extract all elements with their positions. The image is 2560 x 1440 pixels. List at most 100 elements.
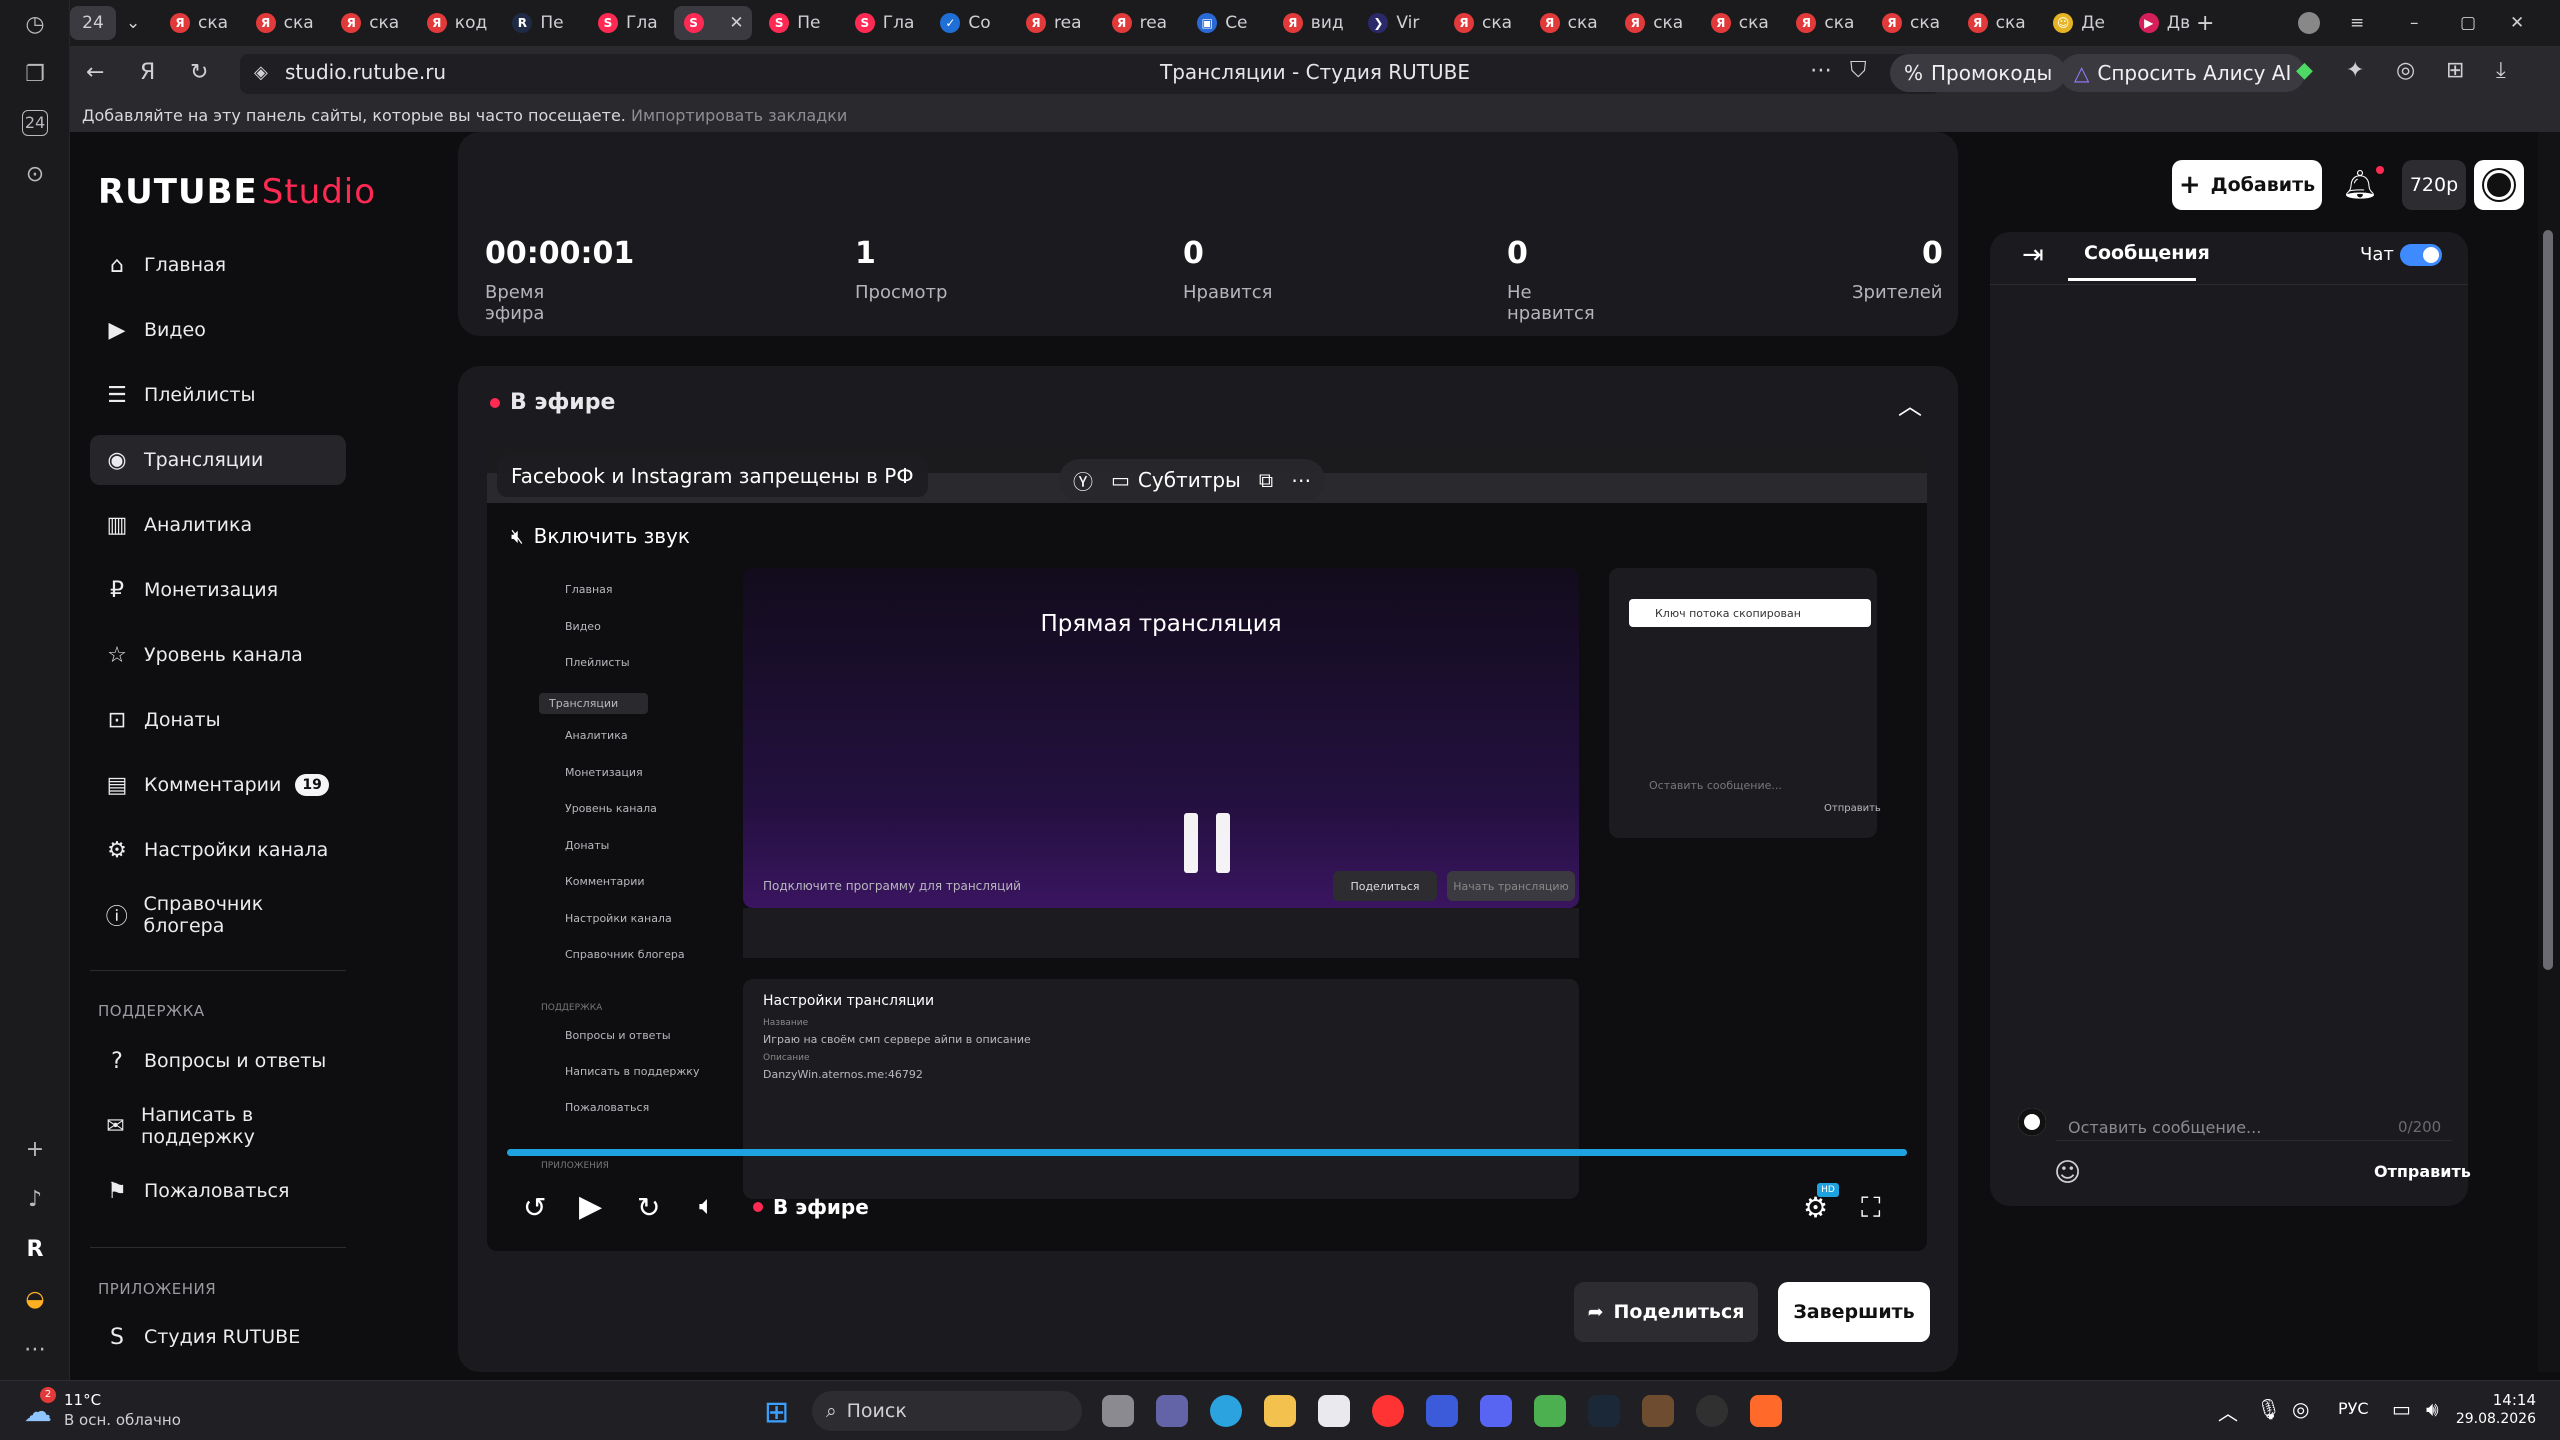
quality-button[interactable]: 720p <box>2402 160 2466 210</box>
tab-count-button[interactable]: 24 <box>70 6 116 40</box>
add-panel-icon[interactable]: + <box>20 1135 50 1165</box>
rutube-panel-icon[interactable]: R <box>20 1235 50 1265</box>
nvidia-icon[interactable] <box>1534 1395 1566 1427</box>
roblox-studio-icon[interactable] <box>1426 1395 1458 1427</box>
nav-item-comment[interactable]: ▤ Комментарии 19 <box>90 760 346 810</box>
nav-item-home[interactable]: ⌂ Главная <box>90 240 346 290</box>
maximize-icon[interactable]: ▢ <box>2450 6 2490 40</box>
browser-tab[interactable]: ▣ Се <box>1187 6 1265 40</box>
tiktok-icon[interactable]: ♪ <box>20 1185 50 1215</box>
browser-tab[interactable]: Яrea <box>1102 6 1180 40</box>
profile-icon[interactable] <box>2290 6 2330 40</box>
rewind-10-icon[interactable]: ↺ <box>523 1191 546 1224</box>
browser-tab[interactable]: Яска <box>1958 6 2036 40</box>
obs-icon[interactable] <box>1696 1395 1728 1427</box>
browser-tab[interactable]: Яска <box>1872 6 1950 40</box>
unmute-button[interactable]: 🔇︎ Включить звук <box>497 515 704 557</box>
browser-tab[interactable]: Явид <box>1273 6 1351 40</box>
emoji-icon[interactable]: ☺ <box>2054 1158 2081 1188</box>
volume-tray-icon[interactable]: 🔊︎ <box>2426 1397 2439 1421</box>
nav-item-donate[interactable]: ⊡ Донаты <box>90 695 346 745</box>
more-panel-icon[interactable]: ⋯ <box>20 1335 50 1365</box>
chevron-up-icon[interactable]: ︿ <box>1898 386 1922 421</box>
network-icon[interactable]: ▭ <box>2392 1397 2411 1421</box>
nav-item-info[interactable]: ⓘ Справочник блогера <box>90 890 346 940</box>
browser-tab[interactable]: Яrea <box>1016 6 1094 40</box>
browser-tab[interactable]: Яска <box>1786 6 1864 40</box>
chat-toggle[interactable] <box>2400 244 2442 266</box>
collapse-chat-icon[interactable]: ⇥ <box>2022 240 2044 270</box>
volume-muted-icon[interactable]: 🔈︎ <box>699 1191 715 1222</box>
collections-icon[interactable]: ❐ <box>20 60 50 90</box>
browser-tab[interactable]: S Гла <box>845 6 923 40</box>
microphone-app-icon[interactable] <box>1750 1395 1782 1427</box>
clock-date[interactable]: 29.08.2026 <box>2450 1411 2536 1427</box>
chat-input[interactable]: Оставить сообщение... <box>2068 1118 2261 1137</box>
browser-tab[interactable]: S ✕ <box>673 6 752 40</box>
browser-tab[interactable]: ✓ Со <box>930 6 1008 40</box>
nav-item-gear[interactable]: ⚙ Настройки канала <box>90 825 346 875</box>
yandex-browser-icon[interactable] <box>1372 1395 1404 1427</box>
telegram-icon[interactable] <box>1210 1395 1242 1427</box>
nav-item-flag[interactable]: ⚑ Пожаловаться <box>90 1166 346 1216</box>
browser-tab[interactable]: Якод <box>417 6 495 40</box>
nav-item-monetization[interactable]: ₽ Монетизация <box>90 565 346 615</box>
task-view-icon[interactable] <box>1102 1395 1134 1427</box>
nav-item-studio-app[interactable]: S Студия RUTUBE <box>90 1312 346 1362</box>
nav-item-broadcast[interactable]: ◉ Трансляции <box>90 435 346 485</box>
nav-item-playlist[interactable]: ☰ Плейлисты <box>90 370 346 420</box>
mail-panel-icon[interactable]: ◒ <box>20 1285 50 1315</box>
rutube-studio-logo[interactable]: RUTUBE Studio <box>98 172 376 212</box>
browser-tab[interactable]: ❯ Vir <box>1358 6 1436 40</box>
player-more-icon[interactable]: ⋯ <box>1291 468 1311 492</box>
teams-icon[interactable] <box>1156 1395 1188 1427</box>
nav-item-star[interactable]: ☆ Уровень канала <box>90 630 346 680</box>
play-icon[interactable]: ▶ <box>579 1189 602 1224</box>
steam-icon[interactable] <box>1588 1395 1620 1427</box>
nav-item-video[interactable]: ▶ Видео <box>90 305 346 355</box>
history-icon[interactable]: ◷ <box>20 10 50 40</box>
avatar[interactable] <box>2474 160 2524 210</box>
minecraft-icon[interactable] <box>1642 1395 1674 1427</box>
minimize-icon[interactable]: – <box>2400 6 2440 40</box>
browser-tab[interactable]: S Гла <box>588 6 666 40</box>
windows-start-icon[interactable]: ⊞ <box>764 1395 789 1430</box>
subtitles-button[interactable]: ▭ Субтитры <box>1111 468 1241 492</box>
new-tab-icon[interactable]: + <box>2188 6 2222 40</box>
bell-icon[interactable]: 🔔︎ <box>2342 168 2378 201</box>
browser-tab[interactable]: Яска <box>1530 6 1608 40</box>
clock-time[interactable]: 14:14 <box>2470 1391 2536 1409</box>
fullscreen-icon[interactable]: ⛶ <box>1861 1191 1881 1225</box>
explorer-icon[interactable] <box>1264 1395 1296 1427</box>
browser-tab[interactable]: Яска <box>246 6 324 40</box>
browser-tab[interactable]: Яска <box>1701 6 1779 40</box>
video-player[interactable]: Главная Видео Плейлисты Трансляции Аналитика… <box>487 443 1927 1251</box>
browser-tab[interactable]: Яска <box>331 6 409 40</box>
browser-tab[interactable]: R Пе <box>502 6 580 40</box>
mic-tray-icon[interactable]: 🎙︎ <box>2256 1397 2281 1421</box>
tray-chevron-icon[interactable]: ︿ <box>2218 1397 2238 1426</box>
menu-icon[interactable]: ≡ <box>2340 6 2380 40</box>
browser-tab[interactable]: Яска <box>1615 6 1693 40</box>
chat-send-button[interactable]: Отправить <box>2374 1162 2471 1181</box>
browser-tab[interactable]: Яска <box>160 6 238 40</box>
share-button[interactable]: ➦ Поделиться <box>1574 1282 1758 1342</box>
forward-10-icon[interactable]: ↻ <box>637 1191 660 1224</box>
add-button[interactable]: + Добавить <box>2172 160 2322 210</box>
browser-tab[interactable]: Яска <box>1444 6 1522 40</box>
screenshot-icon[interactable]: ⊙ <box>20 160 50 190</box>
vpn-tray-icon[interactable]: ◎ <box>2292 1397 2309 1421</box>
taskbar-search[interactable]: ⌕ Поиск <box>812 1391 1082 1431</box>
tab-counter-icon[interactable]: 24 <box>22 110 48 136</box>
pip-icon[interactable]: ⧉ <box>1259 468 1273 492</box>
finish-button[interactable]: Завершить <box>1778 1282 1930 1342</box>
close-window-icon[interactable]: ✕ <box>2500 6 2540 40</box>
tab-messages[interactable]: Сообщения <box>2084 242 2210 264</box>
nav-item-mail[interactable]: ✉ Написать в поддержку <box>90 1101 346 1151</box>
nav-item-analytics[interactable]: ▥ Аналитика <box>90 500 346 550</box>
page-scrollbar-thumb[interactable] <box>2543 230 2553 970</box>
yandex-translate-icon[interactable]: Ⓨ <box>1073 466 1093 495</box>
store-icon[interactable] <box>1318 1395 1350 1427</box>
browser-tab[interactable]: ☺ Де <box>2043 6 2121 40</box>
language-indicator[interactable]: РУС <box>2338 1399 2369 1418</box>
